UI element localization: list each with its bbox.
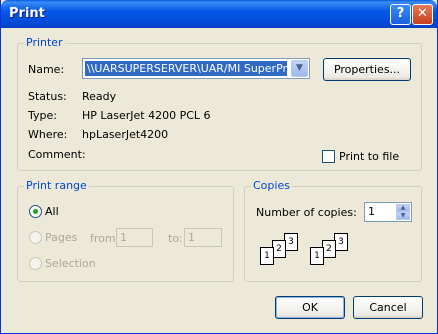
spin-up-icon[interactable]: ▲: [396, 204, 410, 212]
title-bar[interactable]: Print ? ✕: [1, 0, 437, 28]
collate-page: 2: [272, 240, 286, 258]
type-value: HP LaserJet 4200 PCL 6: [82, 109, 211, 122]
range-pages-radio[interactable]: [29, 231, 42, 244]
status-label: Status:: [28, 90, 67, 103]
help-button[interactable]: ?: [390, 4, 411, 25]
range-all-label[interactable]: All: [45, 205, 59, 218]
collate-page: 1: [260, 247, 274, 265]
printer-group-legend: Printer: [24, 36, 65, 49]
print-to-file-label[interactable]: Print to file: [339, 150, 399, 163]
from-field[interactable]: 1: [116, 228, 153, 247]
from-label: from:: [90, 232, 120, 245]
ok-button[interactable]: OK: [275, 296, 345, 319]
range-selection-label: Selection: [45, 257, 96, 270]
properties-button[interactable]: Properties...: [323, 58, 411, 81]
range-pages-label: Pages: [45, 231, 78, 244]
range-selection-radio[interactable]: [29, 257, 42, 270]
close-button[interactable]: ✕: [412, 4, 433, 25]
collate-icon: 3 2 1 3 2 1: [257, 233, 353, 273]
collate-page: 3: [284, 233, 298, 251]
where-value: hpLaserJet4200: [82, 128, 169, 141]
cancel-button[interactable]: Cancel: [353, 296, 423, 319]
to-label: to:: [168, 232, 183, 245]
to-field[interactable]: 1: [184, 228, 222, 247]
print-dialog: Print ? ✕ Printer Name: \\UARSUPERSERVER…: [0, 0, 438, 334]
copies-value: 1: [368, 205, 375, 218]
copies-spinner[interactable]: 1 ▲ ▼: [364, 202, 412, 222]
range-all-radio[interactable]: [29, 205, 42, 218]
status-value: Ready: [82, 90, 117, 103]
chevron-down-icon[interactable]: ▼: [291, 60, 308, 77]
number-of-copies-label: Number of copies:: [256, 206, 357, 219]
name-label: Name:: [28, 63, 65, 76]
copies-legend: Copies: [251, 179, 292, 192]
collate-page: 3: [334, 233, 348, 251]
print-to-file-checkbox[interactable]: [322, 150, 335, 163]
collate-page: 2: [322, 240, 336, 258]
collate-page: 1: [310, 247, 324, 265]
printer-name-value: \\UARSUPERSERVER\UAR/MI SuperPrinter: [85, 61, 287, 76]
type-label: Type:: [28, 109, 57, 122]
window-title: Print: [9, 6, 45, 21]
print-range-legend: Print range: [24, 179, 89, 192]
where-label: Where:: [28, 128, 68, 141]
comment-label: Comment:: [28, 148, 86, 161]
radio-selected-dot: [33, 209, 38, 214]
spin-down-icon[interactable]: ▼: [396, 212, 410, 220]
printer-name-select[interactable]: \\UARSUPERSERVER\UAR/MI SuperPrinter ▼: [82, 58, 310, 79]
